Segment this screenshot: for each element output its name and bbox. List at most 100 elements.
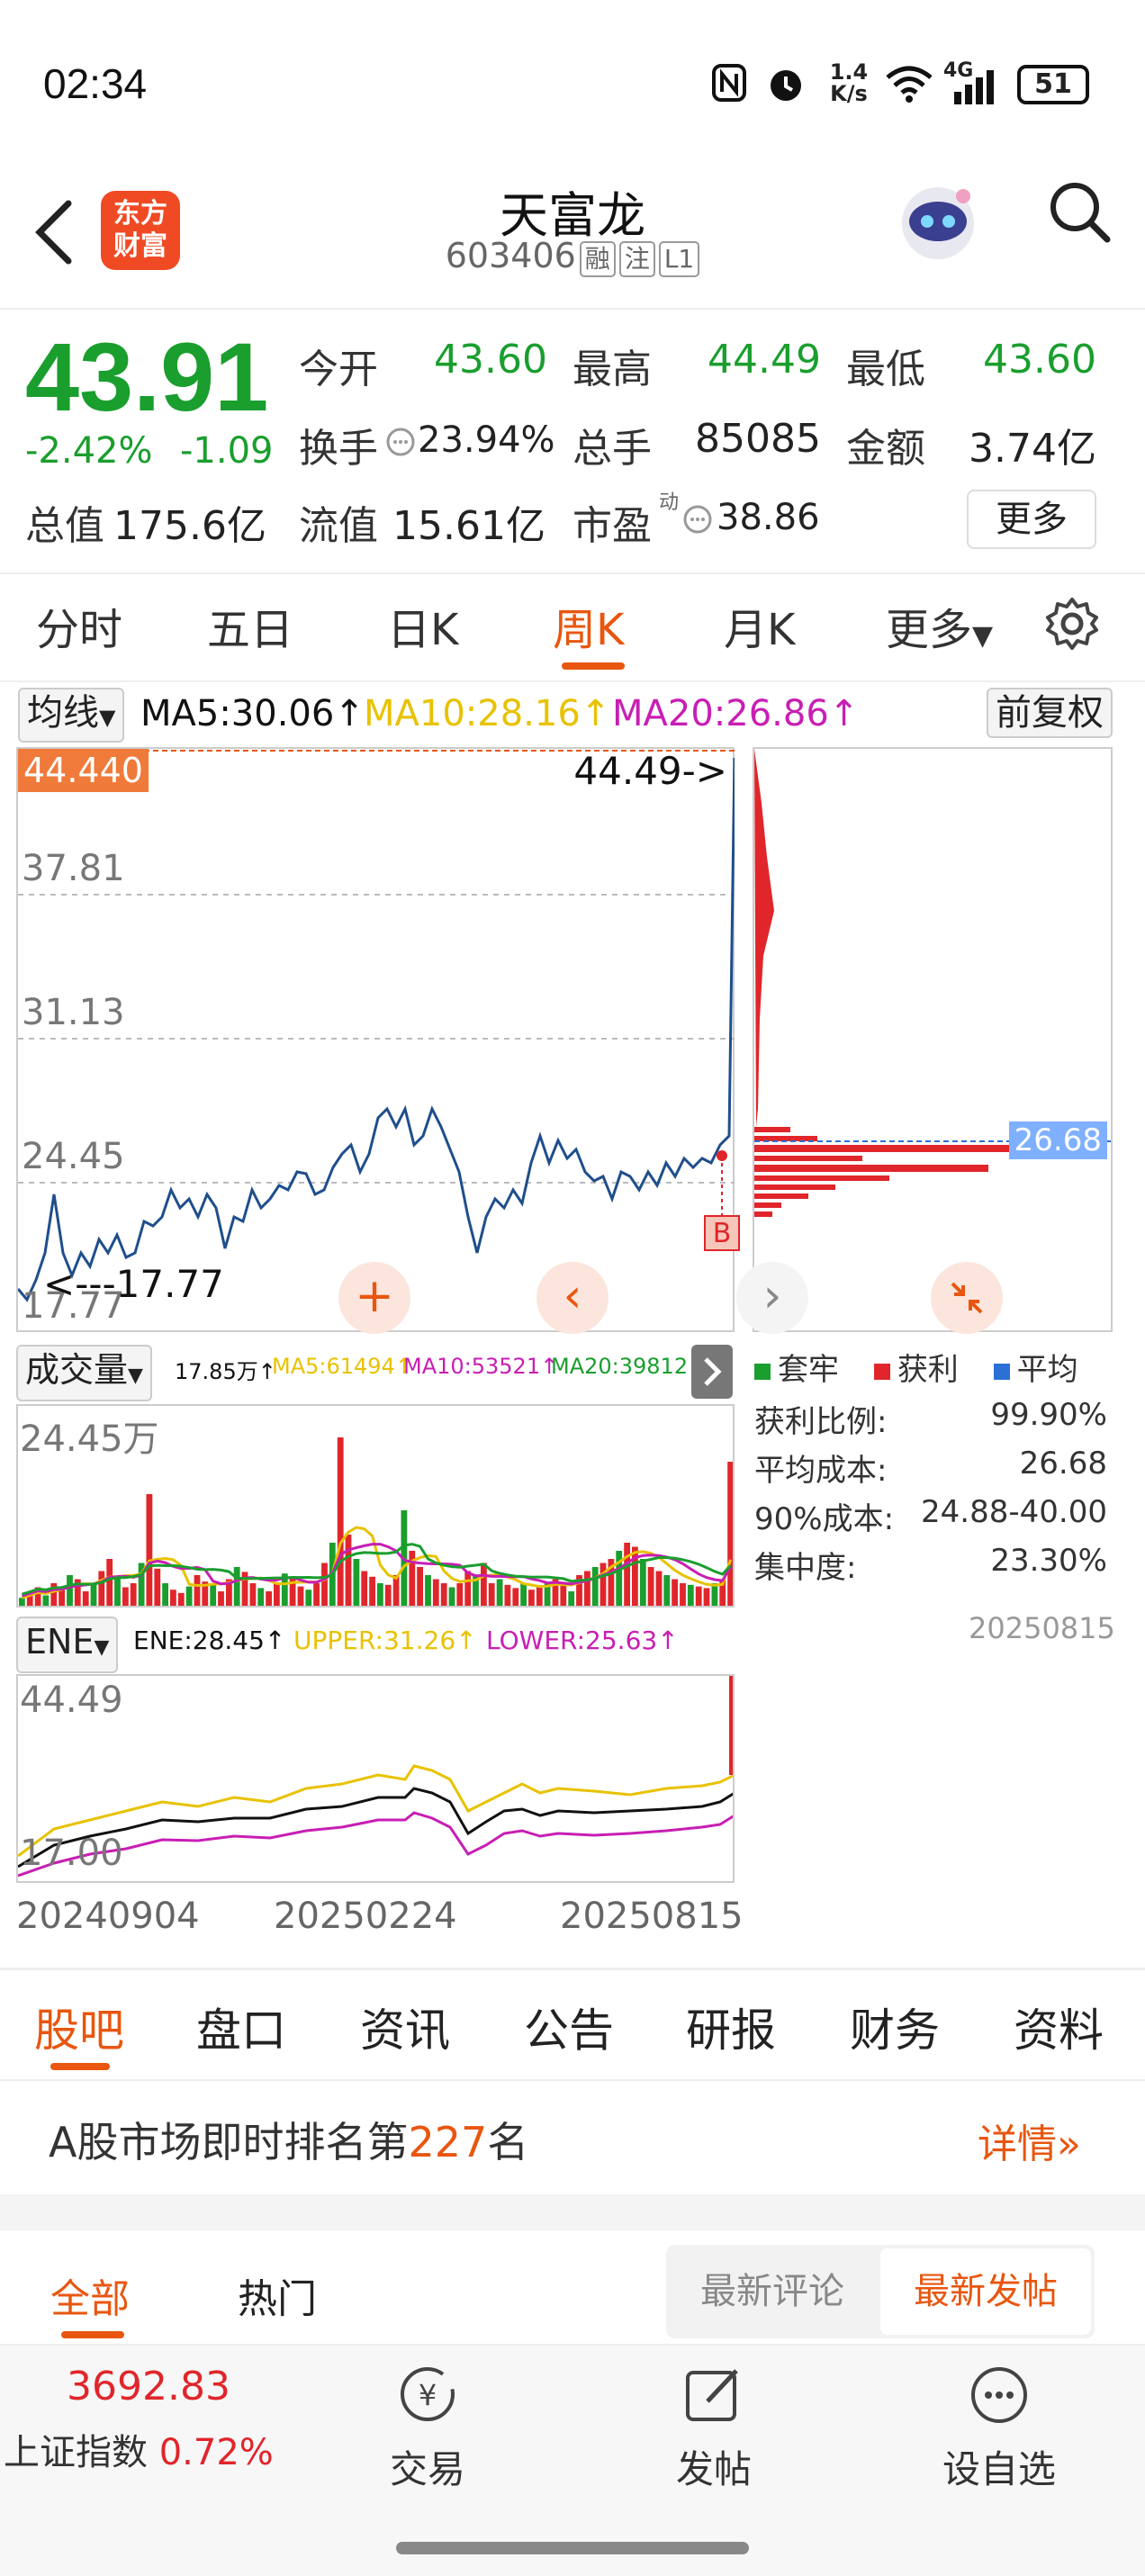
volume-bar [162, 1583, 168, 1606]
chip-bar [754, 1211, 772, 1217]
tab-announcements[interactable]: 公告 [524, 1995, 614, 2059]
high-price-tag: 44.440 [18, 749, 149, 792]
ranking-prefix: A股市场即时排名第 [49, 2118, 409, 2166]
status-bar: 02:34 1.4 K/s 4G 51 [0, 0, 1145, 171]
chevron-right-icon: › [762, 1269, 782, 1323]
volume-bar [361, 1571, 368, 1606]
index-value[interactable]: 3692.83 [67, 2364, 230, 2409]
ene-selector[interactable]: ENE▼ [16, 1617, 119, 1673]
chip-legend: 套牢 获利 平均 [754, 1345, 1078, 1389]
volume-bar [496, 1579, 503, 1606]
volume-selector[interactable]: 成交量▼ [16, 1345, 152, 1401]
volume-bar [19, 1598, 25, 1606]
latest-candle [729, 1676, 733, 1775]
volume-bar [425, 1575, 431, 1606]
tab-weekly-k[interactable]: 周K [553, 594, 624, 657]
nav-post-label: 发帖 [675, 2447, 752, 2491]
change-percent: -2.42% [25, 430, 153, 472]
tab-news[interactable]: 资讯 [360, 1995, 450, 2059]
volume-bar [154, 1568, 161, 1606]
nav-trade[interactable]: ¥ 交易 [360, 2364, 495, 2508]
ma5-value: MA5:30.06↑ [140, 693, 365, 734]
chip-bar [754, 1127, 790, 1132]
sort-latest-post[interactable]: 最新发帖 [880, 2248, 1091, 2335]
feed-tab-hot[interactable]: 热门 [238, 2266, 317, 2324]
network-speed: 1.4 K/s [829, 59, 869, 106]
quote-value-turnover: 23.94% [418, 419, 555, 461]
nav-add-watchlist[interactable]: 设自选 [927, 2364, 1071, 2508]
tab-research[interactable]: 研报 [686, 1995, 776, 2059]
forum-tab-indicator [50, 2063, 110, 2070]
ene-upper: UPPER:31.26↑ [293, 1626, 477, 1655]
x-axis-label-start: 20240904 [16, 1896, 200, 1937]
ma-selector[interactable]: 均线▼ [18, 688, 125, 743]
volume-bar [353, 1559, 360, 1606]
compress-icon [951, 1282, 983, 1314]
tab-intraday[interactable]: 分时 [36, 594, 122, 657]
ma10-value: MA10:28.16↑ [364, 693, 611, 734]
header-divider [0, 308, 1145, 310]
info-icon[interactable] [385, 427, 416, 457]
pe-info-icon[interactable] [682, 504, 713, 535]
volume-bar [90, 1584, 97, 1606]
tab-five-day[interactable]: 五日 [207, 594, 293, 657]
caret-down-icon: ▼ [94, 1636, 110, 1659]
ene-max-label: 44.49 [20, 1680, 123, 1721]
volume-bar [233, 1567, 240, 1606]
tab-monthly-k[interactable]: 月K [724, 594, 795, 657]
chip-distribution: 26.68 › [736, 747, 1113, 1334]
index-ticker[interactable]: 上证指数 0.72% [4, 2423, 274, 2475]
volume-ma5: MA5:61494↑ [272, 1354, 413, 1379]
quote-label-pe: 市盈 [572, 503, 652, 549]
tab-more[interactable]: 更多▼ [886, 594, 993, 657]
volume-bar [345, 1535, 352, 1606]
expand-indicators-button[interactable] [691, 1345, 733, 1399]
chip-bar [754, 1165, 988, 1172]
scroll-right-button[interactable]: › [736, 1262, 808, 1334]
collapse-chart-button[interactable] [931, 1262, 1003, 1334]
more-quote-button[interactable]: 更多 [967, 490, 1096, 549]
robot-assistant-button[interactable] [893, 176, 983, 266]
tab-profile[interactable]: 资料 [1014, 1995, 1104, 2059]
volume-bar [639, 1559, 646, 1606]
svg-text:¥: ¥ [419, 2378, 437, 2412]
max-price-annotation: 44.49-> [573, 749, 727, 793]
volume-bar [520, 1583, 527, 1606]
volume-ma20: MA20:39812↑ [551, 1354, 707, 1379]
nav-trade-label: 交易 [389, 2447, 465, 2491]
volume-bar [369, 1576, 375, 1606]
tab-daily-k[interactable]: 日K [387, 594, 458, 657]
volume-bar [417, 1567, 423, 1606]
volume-bar [672, 1579, 678, 1606]
tag-margin: 融 [579, 241, 616, 277]
chip-bar [754, 1193, 808, 1199]
quote-label-turnover: 换手 [299, 426, 378, 472]
tab-order-book[interactable]: 盘口 [196, 1995, 286, 2059]
adjust-button[interactable]: 前复权 [987, 688, 1113, 738]
tab-financials[interactable]: 财务 [850, 1995, 940, 2059]
volume-bar [655, 1571, 663, 1606]
ene-value: ENE:28.45↑ [133, 1626, 286, 1655]
chip-bar [754, 1175, 889, 1181]
scroll-left-button[interactable]: ‹ [536, 1262, 609, 1334]
ene-mid-line [18, 1787, 733, 1869]
y-axis-label-2: 31.13 [22, 992, 125, 1033]
ranking-detail-link[interactable]: 详情» [978, 2112, 1081, 2169]
nav-post[interactable]: 发帖 [646, 2364, 781, 2508]
volume-chart[interactable]: 24.45万 [16, 1404, 735, 1608]
volume-bar [568, 1591, 575, 1606]
y-axis-label-3: 24.45 [22, 1136, 125, 1177]
kline-chart[interactable]: 44.440 44.49-> 37.81 31.13 24.45 17.77 <… [16, 747, 740, 1334]
change-amount: -1.09 [180, 430, 274, 472]
zoom-in-button[interactable]: + [338, 1262, 410, 1334]
battery-icon: 51 [1017, 65, 1089, 104]
tab-forum[interactable]: 股吧 [34, 1995, 124, 2059]
volume-bar [584, 1571, 591, 1606]
search-button[interactable] [1044, 176, 1116, 248]
ene-chart[interactable]: 44.49 17.00 [16, 1674, 735, 1883]
chart-settings-button[interactable] [1044, 596, 1100, 652]
feed-tab-all[interactable]: 全部 [50, 2266, 130, 2324]
sort-latest-comment[interactable]: 最新评论 [666, 2245, 879, 2338]
volume-bar [114, 1576, 121, 1606]
quote-label-open: 今开 [299, 347, 378, 392]
